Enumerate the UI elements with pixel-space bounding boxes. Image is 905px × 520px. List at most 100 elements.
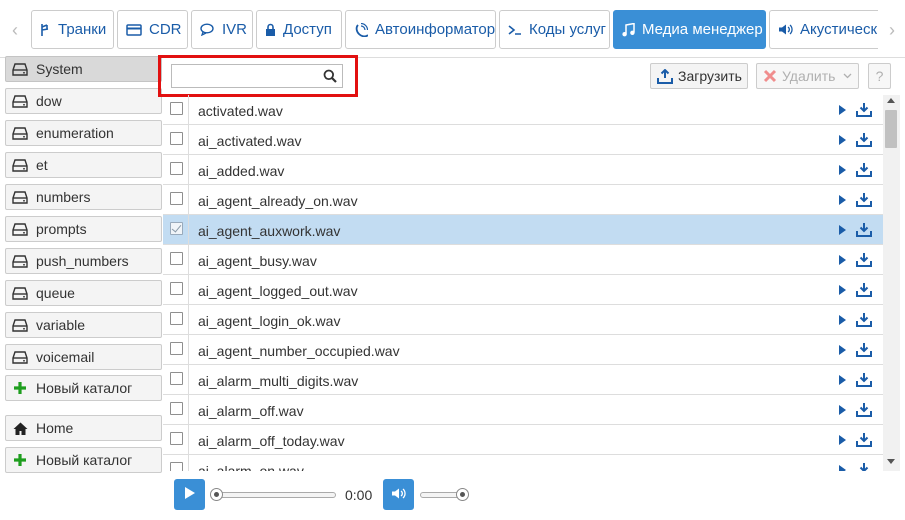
download-icon[interactable] [856,372,872,387]
file-checkbox[interactable] [170,192,183,205]
scroll-thumb[interactable] [885,110,897,148]
tab-acoustic[interactable]: Акустически [769,10,878,49]
play-icon[interactable] [839,165,846,175]
file-checkbox[interactable] [170,312,183,325]
tabs-scroll-left-icon[interactable]: ‹ [4,10,26,50]
file-list-scrollbar[interactable] [883,95,900,471]
new-folder-button-2[interactable]: Новый каталог [5,447,162,473]
play-icon[interactable] [839,345,846,355]
file-row[interactable]: ai_agent_logged_out.wav [163,275,883,305]
download-icon[interactable] [856,252,872,267]
file-checkbox[interactable] [170,372,183,385]
play-icon[interactable] [839,285,846,295]
folder-button[interactable]: dow [5,88,162,114]
tab-label: Медиа менеджер [642,21,763,38]
file-row[interactable]: ai_agent_login_ok.wav [163,305,883,335]
download-icon[interactable] [856,192,872,207]
file-checkbox[interactable] [170,342,183,355]
tab-trunks[interactable]: Транки [31,10,114,49]
play-icon[interactable] [839,405,846,415]
download-icon[interactable] [856,342,872,357]
download-icon[interactable] [856,462,872,471]
file-checkbox[interactable] [170,102,183,115]
player-volume-button[interactable] [383,479,414,510]
tab-cdr[interactable]: CDR [117,10,188,49]
home-button[interactable]: Home [5,415,162,441]
help-label: ? [875,68,884,84]
file-row[interactable]: ai_agent_already_on.wav [163,185,883,215]
folder-button[interactable]: System [5,56,162,82]
download-icon[interactable] [856,162,872,177]
folder-button[interactable]: prompts [5,216,162,242]
folder-label: numbers [36,189,91,205]
file-checkbox[interactable] [170,402,183,415]
play-icon[interactable] [839,435,846,445]
tab-service-codes[interactable]: Коды услуг [499,10,610,49]
play-icon[interactable] [839,135,846,145]
file-checkbox[interactable] [170,432,183,445]
tab-ivr[interactable]: IVR [191,10,253,49]
tab-label: IVR [222,21,248,38]
player-progress-track[interactable] [213,492,336,498]
volume-icon [778,23,793,36]
player-play-button[interactable] [174,479,205,510]
delete-button[interactable]: Удалить [756,63,859,89]
scroll-up-icon[interactable] [887,98,895,103]
folder-button[interactable]: variable [5,312,162,338]
folder-button[interactable]: queue [5,280,162,306]
file-checkbox[interactable] [170,132,183,145]
file-name: ai_agent_busy.wav [198,253,317,269]
home-label: Home [36,420,74,436]
folder-button[interactable]: numbers [5,184,162,210]
file-checkbox[interactable] [170,252,183,265]
file-checkbox[interactable] [170,222,183,235]
download-icon[interactable] [856,312,872,327]
file-row[interactable]: ai_activated.wav [163,125,883,155]
file-row[interactable]: activated.wav [163,95,883,125]
scroll-down-icon[interactable] [887,459,895,464]
file-row[interactable]: ai_alarm_on.wav [163,455,883,471]
new-folder-button[interactable]: Новый каталог [5,375,162,401]
help-button[interactable]: ? [868,63,891,89]
file-row[interactable]: ai_agent_number_occupied.wav [163,335,883,365]
file-row[interactable]: ai_alarm_off_today.wav [163,425,883,455]
file-row[interactable]: ai_agent_auxwork.wav [163,215,883,245]
file-name: activated.wav [198,103,283,119]
upload-button[interactable]: Загрузить [650,63,748,89]
folder-button[interactable]: et [5,152,162,178]
search-icon[interactable] [323,69,337,83]
play-icon[interactable] [839,105,846,115]
download-icon[interactable] [856,432,872,447]
play-icon[interactable] [839,315,846,325]
folder-button[interactable]: voicemail [5,344,162,370]
file-row[interactable]: ai_added.wav [163,155,883,185]
folder-button[interactable]: push_numbers [5,248,162,274]
plus-icon [11,381,29,395]
file-checkbox[interactable] [170,162,183,175]
player-progress-knob[interactable] [210,488,223,501]
play-icon[interactable] [839,225,846,235]
folder-button[interactable]: enumeration [5,120,162,146]
file-row[interactable]: ai_alarm_off.wav [163,395,883,425]
play-icon[interactable] [839,375,846,385]
tab-autoinformer[interactable]: Автоинформатор [345,10,496,49]
play-icon[interactable] [839,465,846,471]
tabs-scroll-right-icon[interactable]: › [881,10,903,50]
play-icon[interactable] [839,255,846,265]
tab-access[interactable]: Доступ [256,10,342,49]
file-row[interactable]: ai_alarm_multi_digits.wav [163,365,883,395]
file-checkbox[interactable] [170,282,183,295]
tab-media-manager[interactable]: Медиа менеджер [613,10,766,49]
file-row[interactable]: ai_agent_busy.wav [163,245,883,275]
download-icon[interactable] [856,402,872,417]
column-divider [188,215,189,245]
download-icon[interactable] [856,222,872,237]
download-icon[interactable] [856,282,872,297]
play-icon[interactable] [839,195,846,205]
download-icon[interactable] [856,132,872,147]
search-box [171,64,343,88]
file-checkbox[interactable] [170,462,183,471]
player-volume-knob[interactable] [456,488,469,501]
search-input[interactable] [172,65,317,87]
download-icon[interactable] [856,102,872,117]
